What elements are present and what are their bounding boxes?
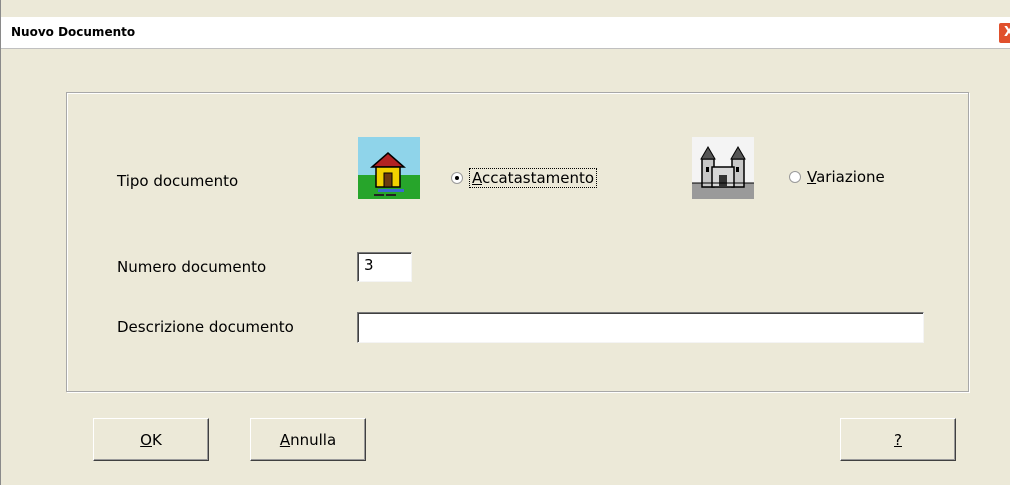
- ok-mnemonic: O: [140, 430, 152, 449]
- annulla-mnemonic: A: [279, 430, 291, 449]
- radio-unchecked-indicator: [789, 171, 801, 183]
- radio-variazione[interactable]: Variazione: [789, 168, 885, 186]
- tipo-documento-label: Tipo documento: [117, 172, 239, 190]
- form-group-frame: [66, 92, 969, 392]
- close-button[interactable]: X: [998, 22, 1010, 44]
- annulla-label-rest: nnulla: [290, 430, 337, 449]
- castle-icon: [692, 137, 754, 199]
- radio-accatastamento[interactable]: Accatastamento: [451, 168, 598, 188]
- radio-checked-indicator: [451, 172, 463, 184]
- descrizione-documento-field[interactable]: [357, 312, 924, 343]
- radio-accatastamento-label: Accatastamento: [469, 168, 598, 188]
- descrizione-documento-label: Descrizione documento: [117, 318, 294, 336]
- numero-documento-field[interactable]: 3: [357, 252, 412, 282]
- radio-variazione-label: Variazione: [807, 168, 885, 186]
- ok-label-rest: K: [151, 430, 162, 449]
- help-mnemonic: ?: [894, 430, 902, 449]
- house-icon: [358, 137, 420, 199]
- annulla-button[interactable]: Annulla: [250, 418, 366, 461]
- dialog-window: Nuovo Documento X Tipo documento Accatas…: [0, 0, 1010, 485]
- window-title: Nuovo Documento: [11, 25, 136, 39]
- mnemonic-a: A: [472, 169, 482, 187]
- radio-variazione-text: ariazione: [816, 168, 885, 186]
- mnemonic-v: V: [807, 168, 817, 186]
- numero-documento-label: Numero documento: [117, 258, 267, 276]
- radio-accatastamento-text: ccatastamento: [482, 169, 595, 187]
- close-icon: X: [1003, 25, 1010, 40]
- title-bar: Nuovo Documento X: [1, 17, 1010, 49]
- help-button[interactable]: ?: [840, 418, 956, 461]
- ok-button[interactable]: OK: [93, 418, 209, 461]
